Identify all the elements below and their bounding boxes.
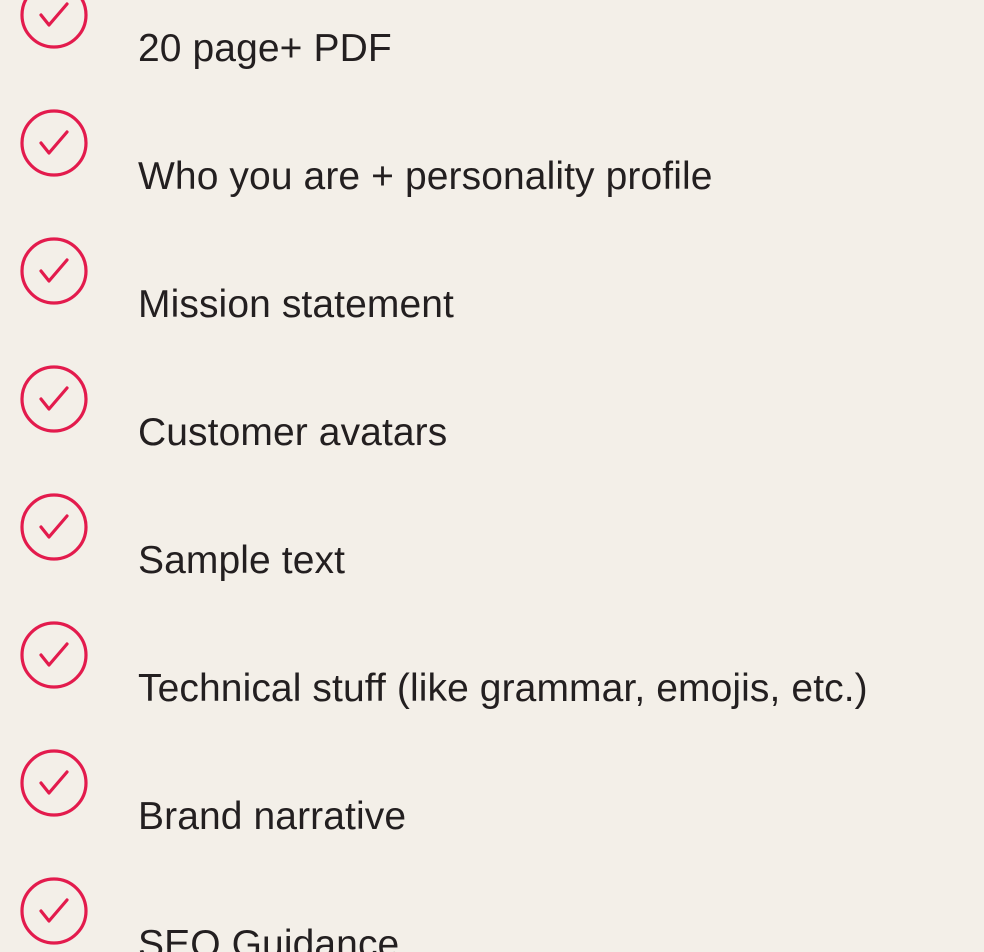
list-item-label: Brand narrative <box>138 794 407 838</box>
list-item-label: 20 page+ PDF <box>138 26 392 70</box>
list-item: 20 page+ PDF <box>0 0 984 88</box>
list-item: Customer avatars <box>0 365 984 472</box>
list-item: Mission statement <box>0 237 984 344</box>
list-item: Sample text <box>0 493 984 600</box>
feature-checklist: 20 page+ PDF Who you are + personality p… <box>0 0 984 952</box>
list-item: Technical stuff (like grammar, emojis, e… <box>0 621 984 728</box>
check-circle-icon <box>12 357 96 441</box>
check-circle-icon <box>12 869 96 952</box>
list-item-label: Technical stuff (like grammar, emojis, e… <box>138 666 868 710</box>
list-item: Brand narrative <box>0 749 984 856</box>
check-circle-icon <box>12 485 96 569</box>
list-item-label: Customer avatars <box>138 410 448 454</box>
check-circle-icon <box>12 0 96 57</box>
list-item-label: Mission statement <box>138 282 454 326</box>
check-circle-icon <box>12 229 96 313</box>
check-circle-icon <box>12 741 96 825</box>
list-item: Who you are + personality profile <box>0 109 984 216</box>
list-item-label: SEO Guidance <box>138 922 400 952</box>
list-item-label: Who you are + personality profile <box>138 154 713 198</box>
list-item: SEO Guidance <box>0 877 984 952</box>
check-circle-icon <box>12 613 96 697</box>
check-circle-icon <box>12 101 96 185</box>
list-item-label: Sample text <box>138 538 346 582</box>
